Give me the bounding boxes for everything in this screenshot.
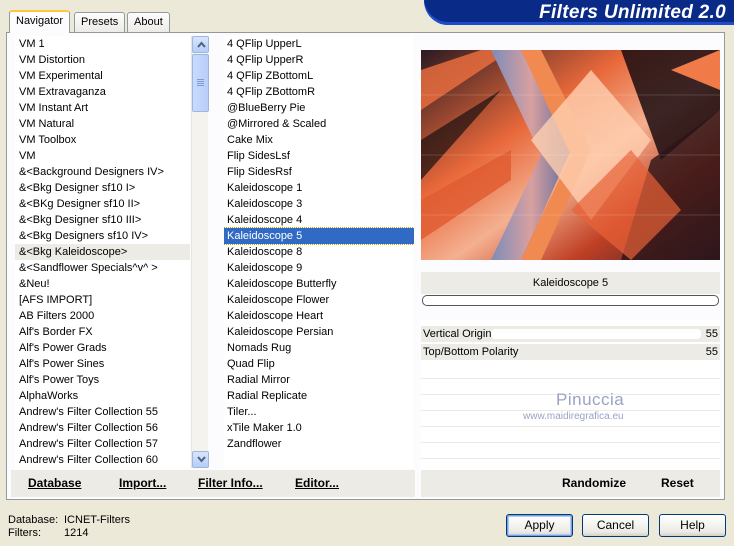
divider — [421, 458, 720, 459]
category-list-item[interactable]: Alf's Power Toys — [15, 372, 190, 388]
divider — [421, 426, 720, 427]
category-list-item[interactable]: Andrew's Filter Collection 60 — [15, 452, 190, 468]
apply-button[interactable]: Apply — [506, 514, 573, 537]
filter-list-item[interactable]: Cake Mix — [224, 132, 414, 148]
category-list-item[interactable]: &<Bkg Kaleidoscope> — [15, 244, 190, 260]
cancel-button[interactable]: Cancel — [582, 514, 649, 537]
category-list-item[interactable]: VM Distortion — [15, 52, 190, 68]
chevron-down-icon — [197, 456, 206, 463]
editor-button[interactable]: Editor... — [295, 476, 339, 490]
filter-list-item[interactable]: Kaleidoscope Heart — [224, 308, 414, 324]
chevron-up-icon — [197, 41, 206, 48]
category-list[interactable]: VM 1 VM Distortion VM Experimental VM Extra… — [15, 36, 190, 468]
watermark-url: www.maidiregrafica.eu — [523, 411, 624, 422]
import-button[interactable]: Import... — [119, 476, 166, 490]
filter-list-item[interactable]: Tiler... — [224, 404, 414, 420]
category-list-item[interactable]: &<BKg Designer sf10 II> — [15, 196, 190, 212]
database-button[interactable]: Database — [28, 476, 81, 490]
param-name: Vertical Origin — [423, 328, 492, 340]
filter-list-item[interactable]: Kaleidoscope Butterfly — [224, 276, 414, 292]
filter-list-item[interactable]: 4 QFlip UpperR — [224, 52, 414, 68]
category-list-item[interactable]: Andrew's Filter Collection 55 — [15, 404, 190, 420]
divider — [421, 378, 720, 379]
help-button[interactable]: Help — [659, 514, 726, 537]
tab-presets[interactable]: Presets — [74, 12, 126, 32]
filter-list-item[interactable]: Nomads Rug — [224, 340, 414, 356]
category-list-item[interactable]: Andrew's Filter Collection 56 — [15, 420, 190, 436]
filter-list-item[interactable]: Kaleidoscope 3 — [224, 196, 414, 212]
reset-button[interactable]: Reset — [661, 476, 694, 490]
database-label: Database: — [8, 514, 59, 526]
filter-list-item[interactable]: xTile Maker 1.0 — [224, 420, 414, 436]
banner-title: Filters Unlimited 2.0 — [539, 2, 726, 23]
param-value: 55 — [705, 328, 718, 340]
category-list-item[interactable]: &<Background Designers IV> — [15, 164, 190, 180]
category-list-item[interactable]: VM Toolbox — [15, 132, 190, 148]
scroll-thumb[interactable] — [192, 54, 209, 112]
filter-list-item[interactable]: Quad Flip — [224, 356, 414, 372]
filter-list-item[interactable]: Kaleidoscope Flower — [224, 292, 414, 308]
filter-list-item[interactable]: 4 QFlip UpperL — [224, 36, 414, 52]
category-list-item[interactable]: VM Natural — [15, 116, 190, 132]
category-list-item[interactable]: VM — [15, 148, 190, 164]
tab-about[interactable]: About — [127, 12, 170, 32]
category-list-item[interactable]: VM Instant Art — [15, 100, 190, 116]
category-list-item[interactable]: VM Extravaganza — [15, 84, 190, 100]
scroll-up-button[interactable] — [192, 36, 209, 53]
filter-list-item[interactable]: Kaleidoscope 8 — [224, 244, 414, 260]
param-vertical-origin[interactable]: Vertical Origin 55 — [421, 326, 720, 342]
category-list-item[interactable]: Andrew's Filter Collection 57 — [15, 436, 190, 452]
filter-list-item[interactable]: 4 QFlip ZBottomR — [224, 84, 414, 100]
watermark-name: Pinuccia — [556, 390, 625, 409]
category-list-item[interactable]: AB Filters 2000 — [15, 308, 190, 324]
title-banner: Filters Unlimited 2.0 — [424, 0, 734, 25]
filter-list-item[interactable]: Radial Mirror — [224, 372, 414, 388]
database-value: ICNET-Filters — [64, 514, 130, 526]
param-top-bottom-polarity[interactable]: Top/Bottom Polarity 55 — [421, 344, 720, 360]
filter-list-item[interactable]: 4 QFlip ZBottomL — [224, 68, 414, 84]
category-list-item[interactable]: Alf's Power Sines — [15, 356, 190, 372]
randomize-button[interactable]: Randomize — [562, 476, 626, 490]
category-list-item[interactable]: VM Experimental — [15, 68, 190, 84]
filter-list-item[interactable]: @Mirrored & Scaled — [224, 116, 414, 132]
filters-label: Filters: — [8, 527, 41, 539]
param-value: 55 — [705, 346, 718, 358]
category-list-item[interactable]: Alf's Border FX — [15, 324, 190, 340]
category-list-item[interactable]: &<Bkg Designers sf10 IV> — [15, 228, 190, 244]
category-list-item[interactable]: VM 1 — [15, 36, 190, 52]
preview-image — [421, 50, 720, 260]
filter-info-button[interactable]: Filter Info... — [198, 476, 263, 490]
filter-list-item[interactable]: Radial Replicate — [224, 388, 414, 404]
filters-count: 1214 — [64, 527, 89, 539]
divider — [421, 442, 720, 443]
category-list-item[interactable]: AlphaWorks — [15, 388, 190, 404]
filter-list-item[interactable]: Flip SidesLsf — [224, 148, 414, 164]
filter-list-item[interactable]: Kaleidoscope 1 — [224, 180, 414, 196]
param-slider[interactable] — [491, 329, 701, 339]
filter-list[interactable]: 4 QFlip UpperL 4 QFlip UpperR 4 QFlip ZBot… — [224, 36, 414, 468]
filter-list-item[interactable]: Kaleidoscope 9 — [224, 260, 414, 276]
category-list-item[interactable]: Alf's Power Grads — [15, 340, 190, 356]
filter-list-item[interactable]: @BlueBerry Pie — [224, 100, 414, 116]
filter-list-item[interactable]: Kaleidoscope 4 — [224, 212, 414, 228]
filter-list-item[interactable]: Zandflower — [224, 436, 414, 452]
filter-list-item[interactable]: Kaleidoscope Persian — [224, 324, 414, 340]
filter-list-item[interactable]: Flip SidesRsf — [224, 164, 414, 180]
param-name: Top/Bottom Polarity — [423, 346, 519, 358]
progress-bar — [422, 295, 719, 306]
category-scrollbar[interactable] — [191, 36, 209, 468]
category-list-item[interactable]: [AFS IMPORT] — [15, 292, 190, 308]
category-list-item[interactable]: &Neu! — [15, 276, 190, 292]
scroll-down-button[interactable] — [192, 451, 209, 468]
category-list-item[interactable]: &<Sandflower Specials^v^ > — [15, 260, 190, 276]
filter-name-label: Kaleidoscope 5 — [421, 272, 720, 294]
category-list-item[interactable]: &<Bkg Designer sf10 III> — [15, 212, 190, 228]
filter-list-item[interactable]: Kaleidoscope 5 — [224, 227, 414, 245]
category-list-item[interactable]: &<Bkg Designer sf10 I> — [15, 180, 190, 196]
tab-navigator[interactable]: Navigator — [9, 10, 71, 33]
